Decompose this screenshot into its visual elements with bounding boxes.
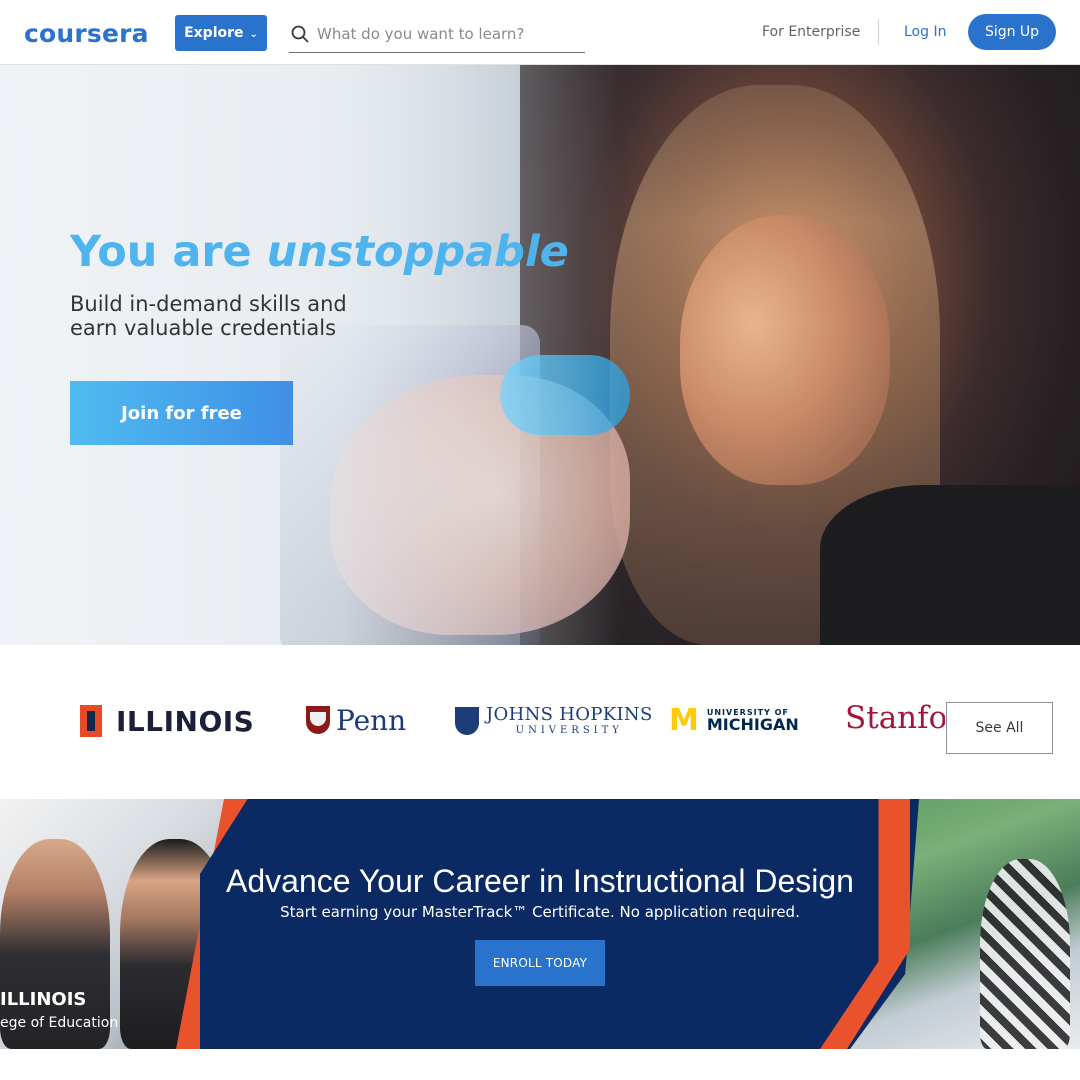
banner-navy-panel bbox=[200, 799, 880, 1049]
illinois-block-i-icon bbox=[80, 705, 102, 737]
hero-text-overlay bbox=[0, 65, 620, 645]
partner-logo-illinois[interactable]: ILLINOIS bbox=[80, 705, 254, 738]
hero-photo-shirt bbox=[820, 485, 1080, 645]
coursera-logo[interactable]: coursera bbox=[24, 16, 149, 50]
hero-title: You are unstoppable bbox=[70, 227, 569, 277]
partner-logo-johns-hopkins[interactable]: JOHNS HOPKINS UNIVERSITY bbox=[455, 706, 653, 736]
explore-button[interactable]: Explore ⌄ bbox=[175, 15, 267, 51]
penn-shield-icon bbox=[306, 706, 330, 734]
partner-logo-michigan[interactable]: M UNIVERSITY OF MICHIGAN bbox=[669, 703, 799, 738]
banner-school-name: ILLINOIS bbox=[0, 989, 87, 1010]
enroll-today-button[interactable]: ENROLL TODAY bbox=[475, 940, 605, 986]
banner-photo-presenter bbox=[980, 859, 1070, 1049]
see-all-button[interactable]: See All bbox=[946, 702, 1053, 754]
signup-button[interactable]: Sign Up bbox=[968, 14, 1056, 50]
banner-school-college: ege of Education bbox=[0, 1015, 119, 1031]
partner-logo-penn[interactable]: Penn bbox=[306, 703, 406, 737]
banner-subtitle: Start earning your MasterTrack™ Certific… bbox=[280, 903, 800, 921]
banner-title: Advance Your Career in Instructional Des… bbox=[226, 863, 854, 899]
chevron-down-icon: ⌄ bbox=[249, 28, 258, 40]
michigan-block-m-icon: M bbox=[669, 703, 699, 738]
join-for-free-button[interactable]: Join for free bbox=[70, 381, 293, 445]
hero-title-emphasis: unstoppable bbox=[266, 227, 569, 277]
jhu-shield-icon bbox=[455, 707, 479, 735]
hero-subtitle: Build in-demand skills and earn valuable… bbox=[70, 292, 347, 340]
login-link[interactable]: Log In bbox=[904, 24, 946, 40]
search-bar bbox=[289, 16, 585, 53]
partner-logos-strip: ILLINOIS Penn JOHNS HOPKINS UNIVERSITY M… bbox=[0, 645, 1080, 799]
mastertrack-banner[interactable]: ILLINOIS ege of Education Advance Your C… bbox=[0, 799, 1080, 1049]
search-icon[interactable] bbox=[289, 23, 311, 45]
hero-photo-face bbox=[680, 215, 890, 485]
hero-banner: You are unstoppable Build in-demand skil… bbox=[0, 65, 1080, 645]
nav-divider bbox=[878, 19, 879, 45]
partner-logo-stanford[interactable]: Stanford bbox=[845, 700, 945, 740]
top-nav: coursera Explore ⌄ For Enterprise Log In… bbox=[0, 0, 1080, 65]
for-enterprise-link[interactable]: For Enterprise bbox=[762, 24, 860, 40]
search-input[interactable] bbox=[317, 25, 577, 43]
explore-label: Explore bbox=[184, 25, 244, 41]
